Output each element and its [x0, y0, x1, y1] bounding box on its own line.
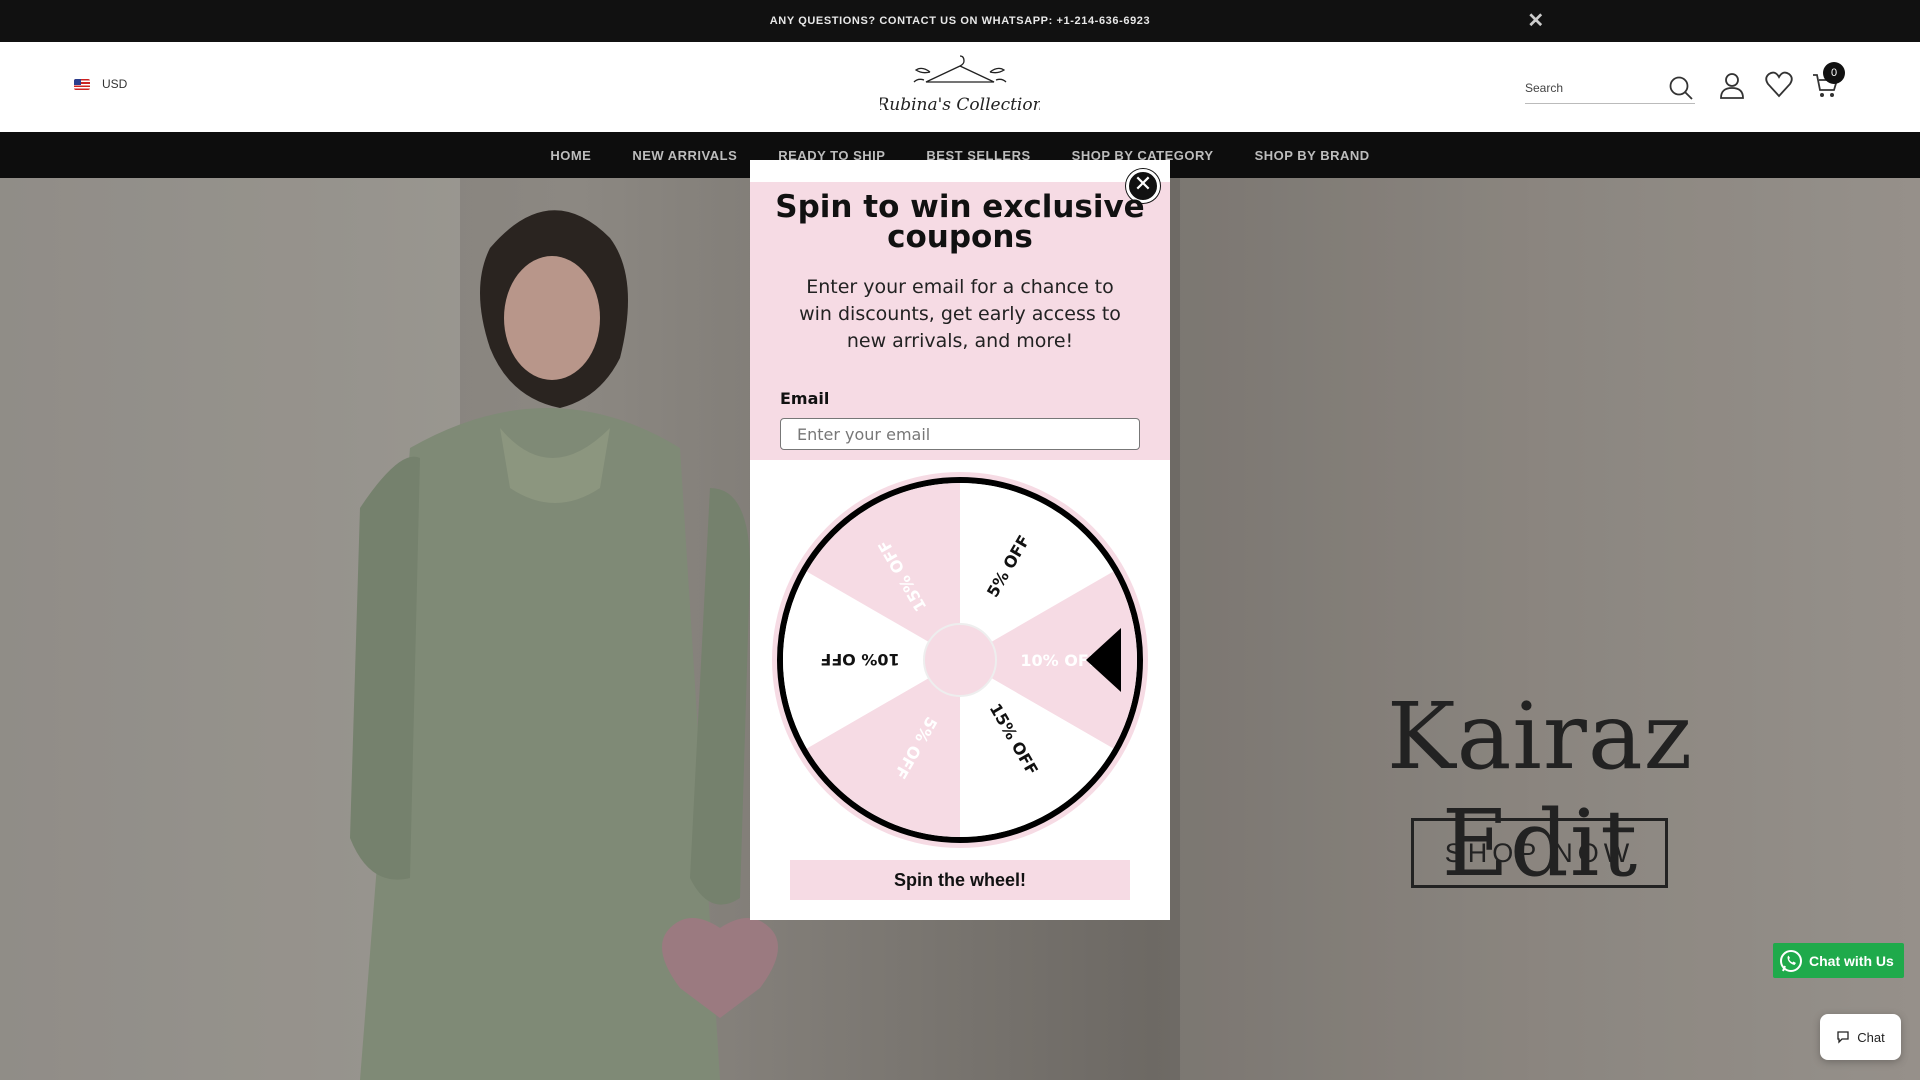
nav-item-shop-by-brand[interactable]: SHOP BY BRAND	[1255, 148, 1370, 163]
search-icon[interactable]	[1667, 74, 1695, 102]
spin-wheel-button[interactable]: Spin the wheel!	[790, 860, 1130, 900]
nav-item-home[interactable]: HOME	[550, 148, 591, 163]
nav-item-new-arrivals[interactable]: NEW ARRIVALS	[632, 148, 737, 163]
us-flag-icon	[74, 78, 90, 90]
hero-model-image	[350, 210, 778, 1080]
whatsapp-chat-button[interactable]: Chat with Us	[1773, 943, 1904, 978]
chat-bubble-icon	[1837, 1031, 1849, 1044]
logo[interactable]: Rubina's Collection	[880, 50, 1040, 124]
announcement-bar: ANY QUESTIONS? CONTACT US ON WHATSAPP: +…	[0, 0, 1920, 42]
account-icon[interactable]	[1717, 70, 1747, 100]
site-header: USD Rubina's Collection 0	[0, 42, 1920, 132]
email-input[interactable]	[780, 418, 1140, 450]
spin-popup: ✕ Spin to win exclusive coupons Enter yo…	[750, 160, 1170, 920]
shop-now-button[interactable]: SHOP NOW	[1411, 818, 1668, 888]
popup-description: Enter your email for a chance to win dis…	[799, 276, 1121, 352]
chat-button[interactable]: Chat	[1820, 1014, 1901, 1060]
email-label: Email	[780, 389, 830, 408]
search-input[interactable]	[1525, 80, 1655, 95]
prize-wheel[interactable]: 5% OFF 10% OFF 15% OFF 5% OFF 10% OFF 15…	[770, 470, 1150, 850]
logo-text: Rubina's Collection	[880, 95, 1040, 115]
popup-title: Spin to win exclusive coupons	[775, 189, 1145, 255]
wishlist-icon[interactable]	[1764, 70, 1794, 100]
wheel-label: 10% OFF	[820, 650, 899, 669]
whatsapp-icon	[1780, 949, 1802, 972]
close-icon[interactable]: ✕	[1526, 11, 1546, 31]
announcement-text: ANY QUESTIONS? CONTACT US ON WHATSAPP: +…	[769, 15, 1151, 27]
wheel-hub	[923, 623, 997, 697]
currency-label: USD	[102, 77, 128, 91]
chat-label: Chat	[1857, 1029, 1885, 1045]
currency-selector[interactable]: USD	[74, 77, 127, 91]
cart-count-badge: 0	[1823, 62, 1845, 84]
whatsapp-label: Chat with Us	[1809, 952, 1894, 969]
search-box[interactable]	[1525, 72, 1695, 104]
